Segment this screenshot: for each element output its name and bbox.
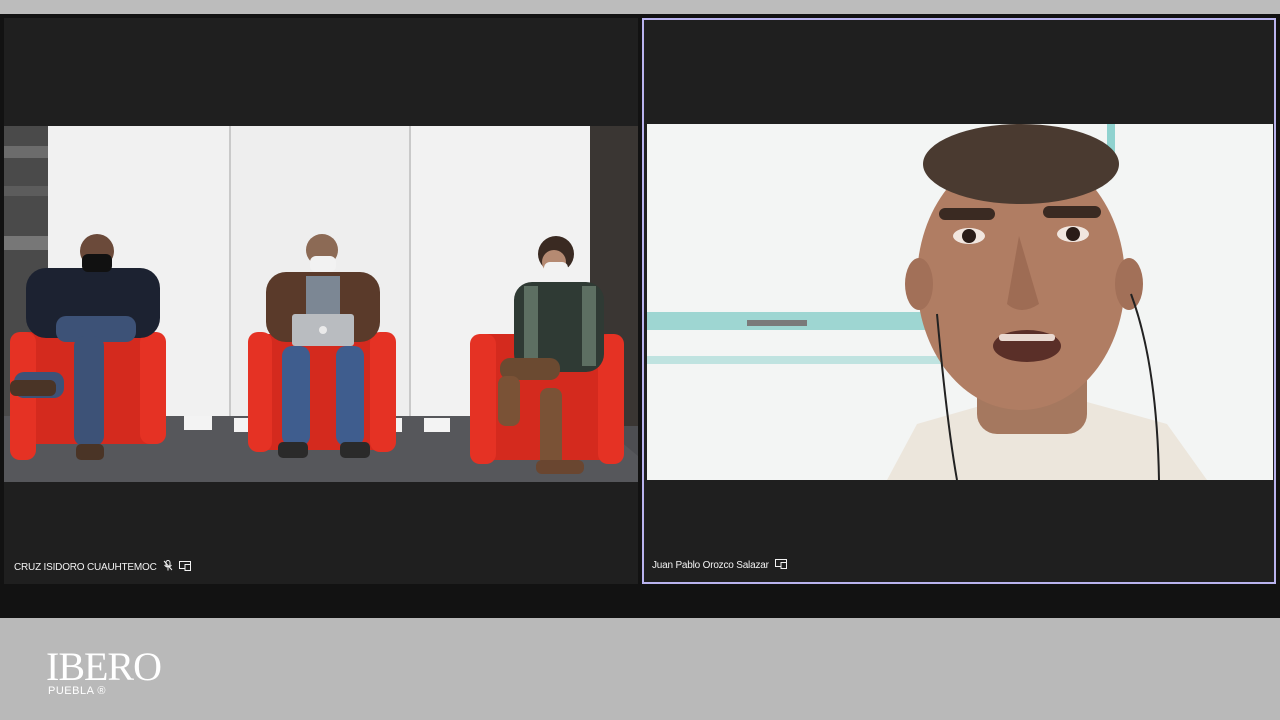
screen-share-icon: [774, 559, 787, 572]
participant-video: [647, 124, 1273, 480]
screen-share-icon: [178, 560, 191, 574]
top-strip: [0, 0, 1280, 14]
participant-name-label: CRUZ ISIDORO CUAUHTEMOC: [14, 560, 191, 574]
participant-video: [4, 126, 638, 482]
participant-name: CRUZ ISIDORO CUAUHTEMOC: [14, 561, 157, 573]
mic-muted-icon: [163, 560, 173, 574]
participant-name-label: Juan Pablo Orozco Salazar: [652, 559, 787, 572]
logo-text: IBERO: [46, 644, 161, 689]
participant-name: Juan Pablo Orozco Salazar: [652, 560, 769, 571]
logo-subtext: PUEBLA ®: [48, 685, 106, 697]
participant-tile-juan-pablo[interactable]: Juan Pablo Orozco Salazar: [642, 18, 1276, 584]
branding-footer: IBERO PUEBLA ®: [0, 618, 1280, 720]
meeting-gallery: CRUZ ISIDORO CUAUHTEMOC Juan Pablo Orozc…: [0, 14, 1280, 618]
ibero-puebla-logo: IBERO PUEBLA ®: [46, 640, 186, 700]
participant-tile-cruz[interactable]: CRUZ ISIDORO CUAUHTEMOC: [4, 18, 638, 584]
